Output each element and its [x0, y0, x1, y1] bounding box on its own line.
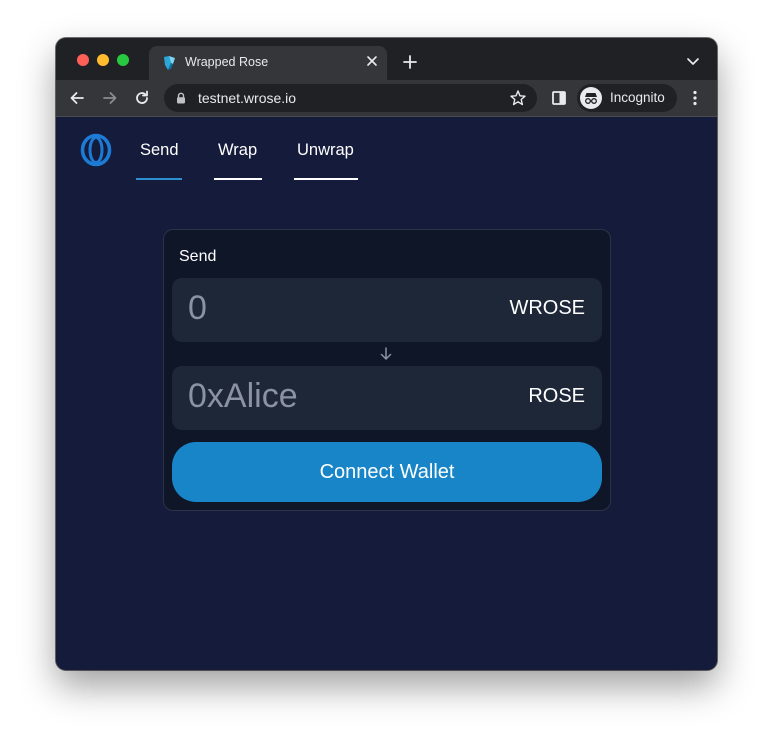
- browser-tab[interactable]: Wrapped Rose: [149, 46, 387, 80]
- recipient-token-label: ROSE: [528, 385, 585, 407]
- nav-unwrap[interactable]: Unwrap: [297, 141, 354, 160]
- tab-title: Wrapped Rose: [185, 55, 269, 69]
- nav-wrap-underline: [214, 178, 262, 180]
- incognito-label: Incognito: [610, 90, 665, 105]
- nav-wrap[interactable]: Wrap: [218, 141, 257, 160]
- browser-toolbar: testnet.wrose.io Incognito: [56, 80, 717, 116]
- close-tab-icon[interactable]: [363, 52, 381, 70]
- nav-unwrap-underline: [294, 178, 358, 180]
- minimize-window-button[interactable]: [97, 54, 109, 66]
- recipient-field[interactable]: 0xAlice ROSE: [172, 366, 602, 430]
- oasis-logo-icon[interactable]: [80, 133, 112, 167]
- star-icon[interactable]: [509, 89, 527, 107]
- maximize-window-button[interactable]: [117, 54, 129, 66]
- nav-send[interactable]: Send: [140, 141, 179, 160]
- kebab-menu-icon[interactable]: [686, 89, 704, 107]
- tab-search-chevron-icon[interactable]: [686, 56, 700, 66]
- reload-icon[interactable]: [133, 89, 151, 107]
- incognito-icon: [580, 87, 602, 109]
- page-content: Send Wrap Unwrap Send 0 WROSE 0xAlice RO…: [56, 117, 717, 670]
- arrow-down-icon: [380, 347, 392, 360]
- send-card: Send 0 WROSE 0xAlice ROSE Connect Wallet: [163, 229, 611, 511]
- new-tab-icon[interactable]: [401, 53, 419, 71]
- address-bar[interactable]: testnet.wrose.io: [164, 84, 537, 112]
- lock-icon[interactable]: [176, 92, 186, 104]
- amount-input[interactable]: 0: [188, 289, 207, 328]
- amount-token-label: WROSE: [509, 297, 585, 319]
- wrose-favicon-icon: [164, 56, 175, 70]
- incognito-profile-button[interactable]: Incognito: [577, 84, 677, 112]
- close-window-button[interactable]: [77, 54, 89, 66]
- browser-window: Wrapped Rose testnet.wrose.io Incognito …: [56, 38, 717, 670]
- amount-field[interactable]: 0 WROSE: [172, 278, 602, 342]
- tab-strip: Wrapped Rose: [56, 38, 717, 80]
- connect-wallet-button[interactable]: Connect Wallet: [172, 442, 602, 502]
- card-title: Send: [179, 248, 217, 265]
- side-panel-icon[interactable]: [550, 89, 568, 107]
- arrow-right-icon[interactable]: [101, 89, 119, 107]
- recipient-input[interactable]: 0xAlice: [188, 377, 298, 416]
- nav-send-underline: [136, 178, 182, 180]
- url-text[interactable]: testnet.wrose.io: [198, 90, 296, 106]
- arrow-left-icon[interactable]: [68, 89, 86, 107]
